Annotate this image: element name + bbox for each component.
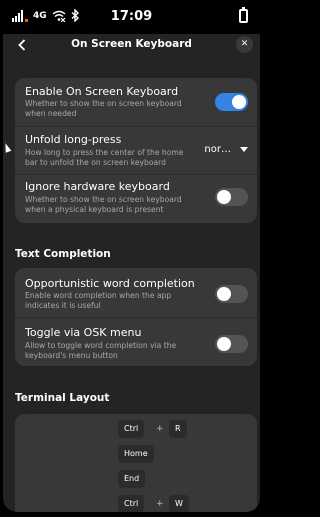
setting-ignore-hw-keyboard[interactable]: Ignore hardware keyboard Whether to show… [15, 174, 257, 223]
switch-knob [217, 190, 231, 204]
header-bar: On Screen Keyboard ✕ [3, 34, 260, 58]
settings-screen: 4G 17:09 On Screen Keyboard ✕ Enable On … [3, 0, 260, 512]
key-separator: + [156, 499, 164, 509]
switch-knob [232, 95, 246, 109]
unfold-long-press-dropdown[interactable]: nor… [204, 144, 248, 155]
setting-subtitle: Whether to show the on screen keyboard w… [25, 195, 182, 214]
clock: 17:09 [110, 9, 153, 24]
close-button[interactable]: ✕ [236, 36, 253, 53]
enable-osk-switch[interactable] [215, 93, 248, 111]
key-label: Home [118, 445, 154, 463]
text-completion-group: Opportunistic word completion Enable wor… [15, 268, 257, 366]
setting-word-completion[interactable]: Opportunistic word completion Enable wor… [15, 268, 257, 317]
setting-toggle-via-osk-menu[interactable]: Toggle via OSK menu Allow to toggle word… [15, 317, 257, 366]
chevron-down-icon [240, 147, 248, 152]
setting-subtitle: Enable word completion when the app indi… [25, 291, 172, 310]
setting-unfold-long-press[interactable]: Unfold long-press How long to press the … [15, 126, 257, 174]
word-completion-switch[interactable] [215, 285, 248, 303]
section-heading-terminal-layout: Terminal Layout [15, 392, 110, 404]
page-title: On Screen Keyboard [71, 38, 192, 50]
key-label: Ctrl [118, 420, 145, 438]
setting-subtitle: How long to press the center of the home… [25, 148, 184, 167]
key-label: Ctrl [118, 495, 145, 512]
dropdown-value: nor… [204, 144, 231, 155]
setting-title: Opportunistic word completion [25, 277, 195, 290]
setting-title: Ignore hardware keyboard [25, 180, 170, 193]
ignore-hw-keyboard-switch[interactable] [215, 188, 248, 206]
terminal-layout-shortcuts: Ctrl + R Home End Ctrl + W [15, 414, 257, 512]
switch-knob [217, 337, 231, 351]
setting-subtitle: Allow to toggle word completion via the … [25, 341, 177, 360]
setting-title: Enable On Screen Keyboard [25, 85, 179, 98]
setting-title: Toggle via OSK menu [25, 326, 142, 339]
keyboard-settings-group: Enable On Screen Keyboard Whether to sho… [15, 78, 257, 223]
setting-subtitle: Whether to show the on screen keyboard w… [25, 99, 182, 118]
setting-title: Unfold long-press [25, 133, 122, 146]
key-separator: + [156, 424, 164, 434]
switch-knob [217, 287, 231, 301]
key-label: W [169, 495, 189, 512]
battery-icon [239, 7, 248, 23]
key-label: End [118, 470, 146, 488]
section-heading-text-completion: Text Completion [15, 248, 111, 260]
key-label: R [169, 420, 187, 438]
toggle-via-osk-menu-switch[interactable] [215, 335, 248, 353]
close-icon: ✕ [240, 39, 249, 49]
status-bar: 4G 17:09 [3, 0, 260, 34]
setting-enable-osk[interactable]: Enable On Screen Keyboard Whether to sho… [15, 78, 257, 126]
